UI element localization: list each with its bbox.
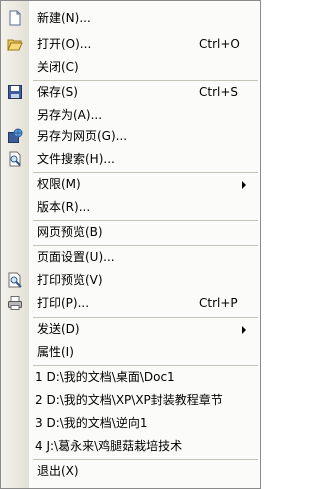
- menu-item-properties[interactable]: 属性(I): [1, 341, 260, 363]
- menu-item-send-to-label: 发送(D): [37, 322, 80, 336]
- menu-item-web-preview[interactable]: 网页预览(B): [1, 221, 260, 243]
- open-folder-icon: [7, 36, 23, 52]
- menu-item-print-preview-label: 打印预览(V): [37, 273, 103, 287]
- menu-item-recent-file[interactable]: 4 J:\葛永来\鸡腿菇栽培技术: [1, 435, 260, 457]
- menu-item-exit[interactable]: 退出(X): [1, 460, 260, 482]
- menu-item-recent-file[interactable]: 1 D:\我的文档\桌面\Doc1: [1, 366, 260, 388]
- menu-item-recent-file-label: 4 J:\葛永来\鸡腿菇栽培技术: [35, 439, 183, 453]
- menu-item-save-as-web-label: 另存为网页(G)...: [37, 129, 128, 143]
- menu-item-print-preview[interactable]: 打印预览(V): [1, 269, 260, 291]
- menu-item-print[interactable]: 打印(P)... Ctrl+P: [1, 292, 260, 314]
- menu-item-recent-file-label: 2 D:\我的文档\XP\XP封装教程章节: [35, 393, 223, 407]
- menu-item-new[interactable]: 新建(N)...: [1, 7, 260, 29]
- menu-item-print-shortcut: Ctrl+P: [199, 296, 238, 310]
- save-disk-icon: [7, 84, 23, 100]
- menu-item-print-label: 打印(P)...: [37, 296, 90, 310]
- menu-item-save-as[interactable]: 另存为(A)...: [1, 104, 260, 126]
- file-search-icon: [7, 151, 23, 167]
- menu-item-save-shortcut: Ctrl+S: [199, 85, 239, 99]
- menu-item-new-label: 新建(N)...: [37, 11, 91, 25]
- printer-icon: [7, 295, 23, 311]
- menu-item-open-shortcut: Ctrl+O: [199, 37, 240, 51]
- menu-item-page-setup-label: 页面设置(U)...: [37, 250, 115, 264]
- menu-item-version[interactable]: 版本(R)...: [1, 196, 260, 218]
- menu-item-permission-label: 权限(M): [37, 177, 81, 191]
- menu-item-close[interactable]: 关闭(C): [1, 56, 260, 78]
- menu-item-file-search[interactable]: 文件搜索(H)...: [1, 148, 260, 170]
- menu-item-send-to[interactable]: 发送(D): [1, 318, 260, 340]
- menu-item-recent-file-label: 3 D:\我的文档\逆向1: [35, 416, 148, 430]
- menu-item-save-as-web[interactable]: 另存为网页(G)...: [1, 125, 260, 147]
- new-document-icon: [7, 10, 23, 26]
- print-preview-icon: [7, 272, 23, 288]
- menu-item-version-label: 版本(R)...: [37, 200, 91, 214]
- menu-item-exit-label: 退出(X): [37, 464, 79, 478]
- submenu-arrow-icon: [242, 181, 246, 189]
- save-as-web-icon: [7, 128, 23, 144]
- menu-item-web-preview-label: 网页预览(B): [37, 225, 103, 239]
- menu-item-close-label: 关闭(C): [37, 60, 79, 74]
- menu-item-recent-file[interactable]: 3 D:\我的文档\逆向1: [1, 412, 260, 434]
- menu-item-file-search-label: 文件搜索(H)...: [37, 152, 115, 166]
- menu-item-properties-label: 属性(I): [37, 345, 74, 359]
- menu-item-save-label: 保存(S): [37, 85, 78, 99]
- submenu-arrow-icon: [242, 326, 246, 334]
- menu-item-recent-file-label: 1 D:\我的文档\桌面\Doc1: [35, 370, 175, 384]
- menu-item-save-as-label: 另存为(A)...: [37, 108, 103, 122]
- menu-item-open-label: 打开(O)...: [37, 37, 92, 51]
- menu-item-permission[interactable]: 权限(M): [1, 173, 260, 195]
- file-menu: 新建(N)... 打开(O)... Ctrl+O 关闭(C) 保存(S) Ctr…: [0, 0, 261, 489]
- menu-item-save[interactable]: 保存(S) Ctrl+S: [1, 81, 260, 103]
- menu-item-page-setup[interactable]: 页面设置(U)...: [1, 246, 260, 268]
- menu-item-open[interactable]: 打开(O)... Ctrl+O: [1, 33, 260, 55]
- menu-item-recent-file[interactable]: 2 D:\我的文档\XP\XP封装教程章节: [1, 389, 260, 411]
